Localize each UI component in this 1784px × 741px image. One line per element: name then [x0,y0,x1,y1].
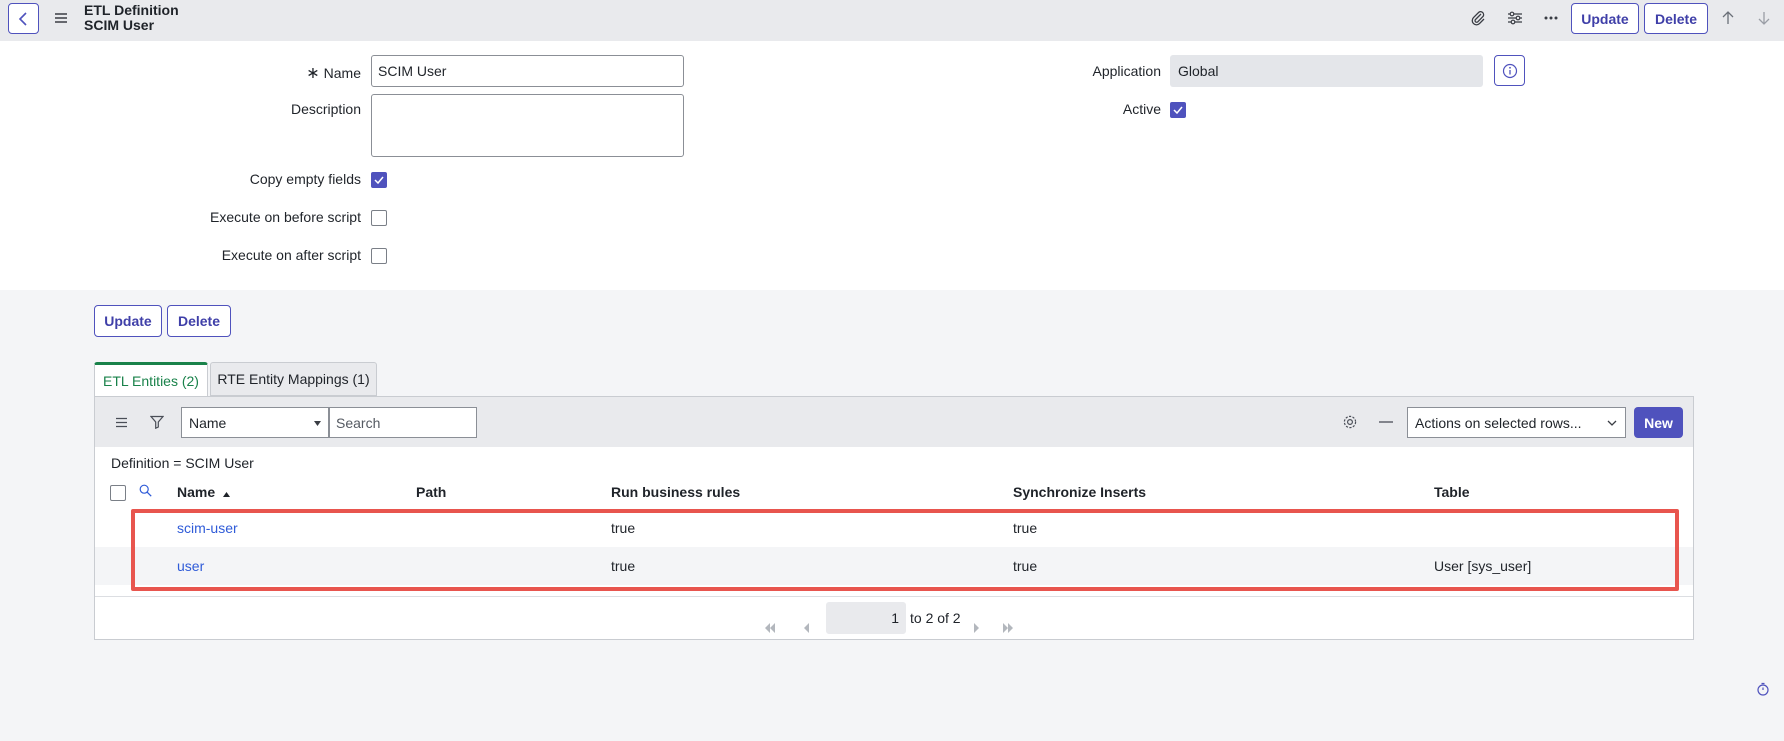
info-icon [1502,63,1517,78]
execute-after-script-checkbox[interactable] [371,248,387,264]
name-field[interactable]: SCIM User [371,55,684,87]
chevron-left-icon [18,11,27,26]
first-page-button[interactable] [759,617,781,639]
filter-button[interactable] [145,410,169,434]
form-body: ∗ Name SCIM User Description Copy empty f… [0,41,1784,290]
application-info-button[interactable] [1494,55,1525,86]
application-field: Global [1170,55,1483,87]
list-toolbar: Name Actions on selected rows... New [95,397,1693,447]
related-list-panel: Name Actions on selected rows... New Def… [94,396,1694,640]
mandatory-icon: ∗ [306,65,320,82]
form-header: ETL Definition SCIM User Update Delete [0,0,1784,41]
hamburger-icon [55,13,67,23]
list-settings-button[interactable] [1338,410,1362,434]
chevron-left-icon [803,623,809,633]
arrow-up-icon [1722,11,1734,24]
minus-icon [1379,421,1393,423]
checkmark-icon [1173,106,1183,114]
description-field[interactable] [371,94,684,157]
page-title-line1: ETL Definition [84,2,179,18]
more-options-button[interactable] [1539,7,1563,29]
previous-page-button[interactable] [795,617,817,639]
description-label: Description [290,101,361,117]
list-actions-select[interactable]: Actions on selected rows... [1407,407,1626,438]
response-time-button[interactable] [1754,680,1772,698]
paperclip-icon [1471,11,1485,26]
row-run-business-rules: true [611,520,636,536]
list-context-menu-button[interactable] [109,410,133,434]
row-synchronize-inserts: true [1013,520,1038,536]
row-name-link[interactable]: scim-user [177,520,238,536]
checkmark-icon [374,176,384,184]
search-field-select[interactable]: Name [181,407,329,438]
list-breadcrumb[interactable]: Definition = SCIM User [111,455,254,471]
row-synchronize-inserts: true [1013,558,1038,574]
column-header-synchronize-inserts[interactable]: Synchronize Inserts [1013,484,1146,500]
last-page-button[interactable] [997,617,1019,639]
tab-etl-entities[interactable]: ETL Entities (2) [94,362,208,396]
arrow-down-icon [1758,12,1770,25]
list-actions-select-value: Actions on selected rows... [1415,414,1582,431]
next-page-button[interactable] [965,617,987,639]
name-label: ∗ Name [306,65,361,82]
new-record-button[interactable]: New [1634,407,1683,438]
chevron-down-icon [1607,420,1617,426]
application-label: Application [1092,63,1162,79]
list-divider [95,596,1693,597]
page-number-input[interactable] [826,602,906,634]
gear-icon [1343,415,1357,429]
next-record-button[interactable] [1752,7,1776,29]
caret-down-icon [314,421,321,426]
tab-rte-entity-mappings[interactable]: RTE Entity Mappings (1) [210,362,377,396]
copy-empty-fields-label: Copy empty fields [249,171,361,187]
double-chevron-right-icon [1003,623,1013,633]
select-all-checkbox[interactable] [110,485,126,501]
table-row: user true true User [sys_user] [95,547,1693,585]
copy-empty-fields-checkbox[interactable] [371,172,387,188]
pager-range-text: to 2 of 2 [910,610,961,626]
header-delete-button[interactable]: Delete [1644,3,1708,34]
row-table: User [sys_user] [1434,558,1532,574]
row-name-link[interactable]: user [177,558,204,574]
execute-before-script-label: Execute on before script [210,209,361,225]
personalize-form-button[interactable] [1503,7,1527,29]
sliders-icon [1508,11,1522,25]
double-chevron-left-icon [765,623,775,633]
search-field-select-value: Name [189,414,227,431]
attachment-button[interactable] [1466,7,1490,29]
form-context-menu-button[interactable] [50,7,72,29]
column-header-table[interactable]: Table [1434,484,1470,500]
search-input[interactable] [329,407,477,438]
update-button[interactable]: Update [94,305,162,337]
back-button[interactable] [8,3,39,34]
filter-icon [150,415,164,429]
execute-before-script-checkbox[interactable] [371,210,387,226]
delete-button[interactable]: Delete [167,305,231,337]
sort-ascending-icon [223,492,231,497]
active-checkbox[interactable] [1170,102,1186,118]
search-icon [139,484,152,497]
row-run-business-rules: true [611,558,636,574]
header-update-button[interactable]: Update [1571,3,1639,34]
table-row: scim-user true true [95,509,1693,547]
list-header-row: Name Path Run business rules Synchronize… [95,477,1693,507]
hamburger-icon [115,417,127,427]
column-search-button[interactable] [136,481,154,499]
column-header-run-business-rules[interactable]: Run business rules [611,484,740,500]
stopwatch-icon [1757,682,1769,696]
column-header-name[interactable]: Name [177,484,231,500]
page-title: ETL Definition SCIM User [84,3,179,33]
chevron-right-icon [973,623,979,633]
active-label: Active [1122,101,1161,117]
previous-record-button[interactable] [1716,7,1740,29]
ellipsis-icon [1544,16,1558,20]
execute-after-script-label: Execute on after script [221,247,361,263]
page-title-line2: SCIM User [84,17,155,33]
collapse-list-button[interactable] [1374,410,1398,434]
column-header-path[interactable]: Path [416,484,446,500]
